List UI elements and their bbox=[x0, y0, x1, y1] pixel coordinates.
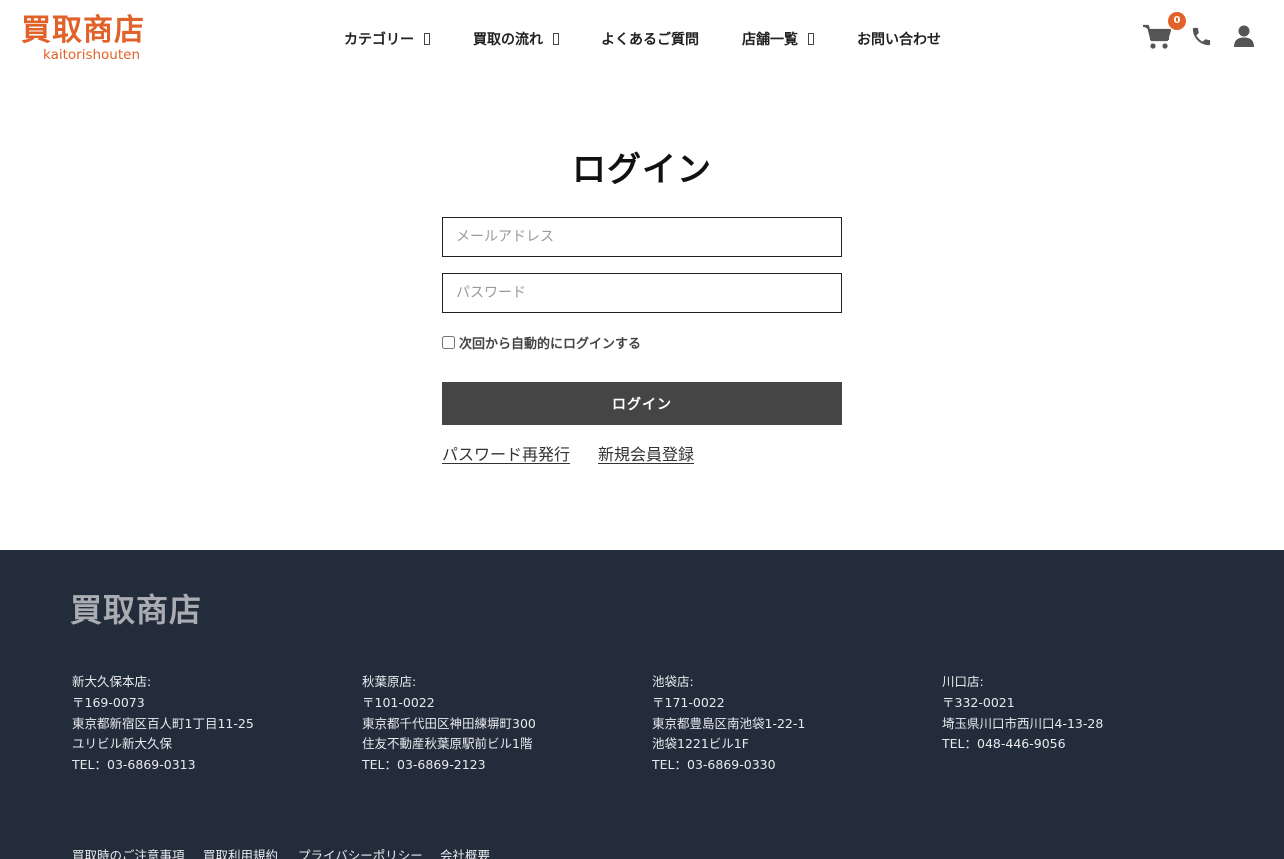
phone-icon[interactable] bbox=[1190, 25, 1213, 48]
main-nav: カテゴリー 買取の流れ よくあるご質問 店舗一覧 お問い合わせ bbox=[0, 28, 1284, 50]
nav-item-stores[interactable]: 店舗一覧 bbox=[742, 28, 814, 50]
nav-item-category[interactable]: カテゴリー bbox=[344, 28, 430, 50]
footer-link-company[interactable]: 会社概要 bbox=[440, 845, 490, 859]
store-building: 池袋1221ビル1F bbox=[652, 736, 749, 752]
store-name: 池袋店: bbox=[652, 674, 694, 689]
nav-item-label: お問い合わせ bbox=[857, 32, 941, 48]
store-address: 埼玉県川口市西川口4-13-28 bbox=[942, 715, 1104, 731]
store-tel: TEL：03-6869-0330 bbox=[652, 757, 776, 773]
nav-item-contact[interactable]: お問い合わせ bbox=[857, 28, 941, 50]
dropdown-icon bbox=[424, 33, 430, 45]
footer-link-notes[interactable]: 買取時のご注意事項 bbox=[72, 845, 185, 859]
store-info: 秋葉原店: 〒101-0022 東京都千代田区神田練塀町300 住友不動産秋葉原… bbox=[362, 672, 642, 776]
footer-link-privacy[interactable]: プライバシーポリシー bbox=[298, 845, 423, 859]
store-info: 新大久保本店: 〒169-0073 東京都新宿区百人町1丁目11-25 ユリビル… bbox=[72, 672, 352, 776]
nav-item-faq[interactable]: よくあるご質問 bbox=[601, 28, 699, 50]
footer-link-terms[interactable]: 買取利用規約 bbox=[203, 845, 278, 859]
register-link[interactable]: 新規会員登録 bbox=[598, 441, 694, 465]
nav-item-label: 店舗一覧 bbox=[742, 32, 798, 48]
store-tel: TEL：03-6869-2123 bbox=[362, 757, 486, 773]
page-title: ログイン bbox=[572, 150, 712, 190]
store-name: 新大久保本店: bbox=[72, 674, 152, 689]
remember-me-label: 次回から自動的にログインする bbox=[459, 337, 642, 352]
nav-item-flow[interactable]: 買取の流れ bbox=[473, 28, 559, 50]
store-postal: 〒169-0073 bbox=[72, 694, 145, 710]
store-tel: TEL：03-6869-0313 bbox=[72, 757, 196, 773]
store-address: 東京都豊島区南池袋1-22-1 bbox=[652, 715, 806, 731]
store-tel: TEL：048-446-9056 bbox=[942, 736, 1066, 752]
site-header: 買取商店 kaitorishouten カテゴリー 買取の流れ よくあるご質問 … bbox=[0, 0, 1284, 78]
store-postal: 〒332-0021 bbox=[942, 694, 1015, 710]
store-building: 住友不動産秋葉原駅前ビル1階 bbox=[362, 736, 533, 752]
nav-item-label: よくあるご質問 bbox=[601, 32, 699, 48]
footer-logo[interactable]: 買取商店 bbox=[70, 592, 202, 628]
store-info: 池袋店: 〒171-0022 東京都豊島区南池袋1-22-1 池袋1221ビル1… bbox=[652, 672, 932, 776]
nav-item-label: 買取の流れ bbox=[473, 32, 543, 48]
remember-me[interactable]: 次回から自動的にログインする bbox=[442, 333, 641, 352]
store-address: 東京都千代田区神田練塀町300 bbox=[362, 715, 536, 731]
remember-me-checkbox[interactable] bbox=[442, 336, 455, 349]
store-info: 川口店: 〒332-0021 埼玉県川口市西川口4-13-28 TEL：048-… bbox=[942, 672, 1222, 755]
store-name: 川口店: bbox=[942, 674, 984, 689]
password-reset-link[interactable]: パスワード再発行 bbox=[442, 441, 570, 465]
shopping-cart-icon[interactable] bbox=[1142, 24, 1172, 50]
site-footer: 買取商店 新大久保本店: 〒169-0073 東京都新宿区百人町1丁目11-25… bbox=[0, 550, 1284, 859]
dropdown-icon bbox=[808, 33, 814, 45]
store-postal: 〒101-0022 bbox=[362, 694, 435, 710]
login-button[interactable]: ログイン bbox=[442, 382, 842, 425]
user-icon[interactable] bbox=[1233, 24, 1255, 48]
dropdown-icon bbox=[553, 33, 559, 45]
password-field[interactable] bbox=[442, 273, 842, 313]
store-postal: 〒171-0022 bbox=[652, 694, 725, 710]
cart-count-badge: 0 bbox=[1168, 12, 1186, 30]
store-address: 東京都新宿区百人町1丁目11-25 bbox=[72, 715, 254, 731]
store-name: 秋葉原店: bbox=[362, 674, 417, 689]
store-building: ユリビル新大久保 bbox=[72, 736, 173, 752]
nav-item-label: カテゴリー bbox=[344, 32, 414, 48]
email-field[interactable] bbox=[442, 217, 842, 257]
